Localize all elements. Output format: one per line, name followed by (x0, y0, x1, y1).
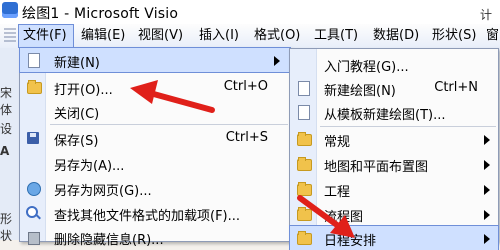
file-menu-item-open[interactable]: 打开(O)... Ctrl+O (20, 75, 290, 99)
submenu-item-maps-floorplans[interactable]: 地图和平面布置图 (290, 152, 498, 176)
shortcut-label: Ctrl+N (434, 80, 478, 95)
shortcut-label: Ctrl+O (223, 79, 268, 94)
folder-icon (297, 207, 312, 221)
menu-item-label: 新建(N) (54, 56, 100, 71)
file-menu-item-save[interactable]: 保存(S) Ctrl+S (20, 126, 290, 150)
menu-item-label: 另存为网页(G)... (54, 184, 152, 199)
shortcut-label: Ctrl+S (225, 130, 268, 145)
menu-item-label: 从模板新建绘图(T)... (324, 108, 446, 123)
submenu-item-general[interactable]: 常规 (290, 127, 498, 151)
menu-view[interactable]: 视图(V) (138, 24, 192, 48)
menu-separator (50, 124, 288, 125)
menu-window[interactable]: 窗 (486, 24, 500, 48)
save-icon (27, 132, 39, 144)
menu-tools[interactable]: 工具(T) (314, 24, 368, 48)
file-menu-item-new[interactable]: 新建(N) (19, 47, 291, 73)
remove-info-icon (28, 232, 40, 245)
menu-item-label: 工程 (324, 185, 351, 200)
file-menu-item-close[interactable]: 关闭(C) (20, 99, 290, 123)
menu-format[interactable]: 格式(O) (254, 24, 308, 48)
folder-icon (297, 231, 312, 245)
menu-item-label: 删除隐藏信息(R)... (54, 233, 164, 248)
submenu-item-engineering[interactable]: 工程 (290, 177, 498, 201)
menu-item-label: 地图和平面布置图 (324, 160, 429, 175)
submenu-item-schedule[interactable]: 日程安排 (289, 225, 499, 250)
file-menu-item-save-as-web[interactable]: 另存为网页(G)... (20, 176, 290, 200)
window-title: 绘图1 - Microsoft Visio (22, 6, 179, 22)
menu-item-label: 保存(S) (54, 134, 99, 149)
new-drawing-icon (298, 81, 310, 96)
menu-edit[interactable]: 编辑(E) (81, 24, 133, 48)
search-icon (26, 206, 38, 218)
menu-item-label: 入门教程(G)... (324, 60, 409, 75)
file-menu-dropdown: 新建(N) 打开(O)... Ctrl+O 关闭(C) 保存(S) Ctrl+S… (19, 47, 291, 248)
file-menu-item-remove-hidden[interactable]: 删除隐藏信息(R)... (20, 225, 290, 249)
template-icon (298, 105, 310, 120)
new-icon (28, 53, 40, 68)
menu-item-label: 另存为(A)... (54, 159, 125, 174)
folder-icon (297, 132, 312, 146)
visio-app-icon (2, 2, 18, 18)
folder-icon (297, 157, 312, 171)
new-submenu: 入门教程(G)... 新建绘图(N) Ctrl+N 从模板新建绘图(T)... … (289, 48, 499, 250)
submenu-arrow-icon (484, 135, 490, 145)
folder-open-icon (27, 80, 42, 94)
submenu-item-getting-started[interactable]: 入门教程(G)... (290, 52, 498, 76)
right-fragment-1: 计 (480, 8, 493, 22)
menu-item-label: 常规 (324, 135, 351, 150)
submenu-arrow-icon (484, 234, 490, 244)
web-page-icon (27, 182, 41, 196)
submenu-item-new-drawing[interactable]: 新建绘图(N) Ctrl+N (290, 76, 498, 100)
folder-icon (297, 182, 312, 196)
menubar-grip-icon (4, 28, 16, 44)
menu-insert[interactable]: 插入(I) (199, 24, 247, 48)
menu-item-label: 新建绘图(N) (324, 84, 396, 99)
toolbar-fragment[interactable]: 设 (0, 120, 12, 137)
menu-file[interactable]: 文件(F) (18, 24, 74, 48)
menu-item-label: 流程图 (324, 210, 364, 225)
submenu-arrow-icon (484, 185, 490, 195)
file-menu-item-find-addins[interactable]: 查找其他文件格式的加载项(F)... (20, 201, 290, 225)
menu-bar: 文件(F) 编辑(E) 视图(V) 插入(I) 格式(O) 工具(T) 数据(D… (0, 24, 500, 49)
submenu-item-from-template[interactable]: 从模板新建绘图(T)... (290, 100, 498, 124)
menu-shape[interactable]: 形状(S) (432, 24, 484, 48)
menu-data[interactable]: 数据(D) (373, 24, 427, 48)
submenu-item-flowchart[interactable]: 流程图 (290, 202, 498, 226)
menu-item-label: 关闭(C) (54, 107, 100, 122)
menu-item-label: 打开(O)... (54, 83, 113, 98)
file-menu-item-save-as[interactable]: 另存为(A)... (20, 151, 290, 175)
submenu-arrow-icon (274, 56, 280, 66)
submenu-arrow-icon (484, 160, 490, 170)
font-color-fragment[interactable]: A (0, 144, 9, 158)
title-bar: 绘图1 - Microsoft Visio (0, 0, 500, 24)
submenu-arrow-icon (484, 210, 490, 220)
menu-item-label: 查找其他文件格式的加载项(F)... (54, 209, 241, 224)
